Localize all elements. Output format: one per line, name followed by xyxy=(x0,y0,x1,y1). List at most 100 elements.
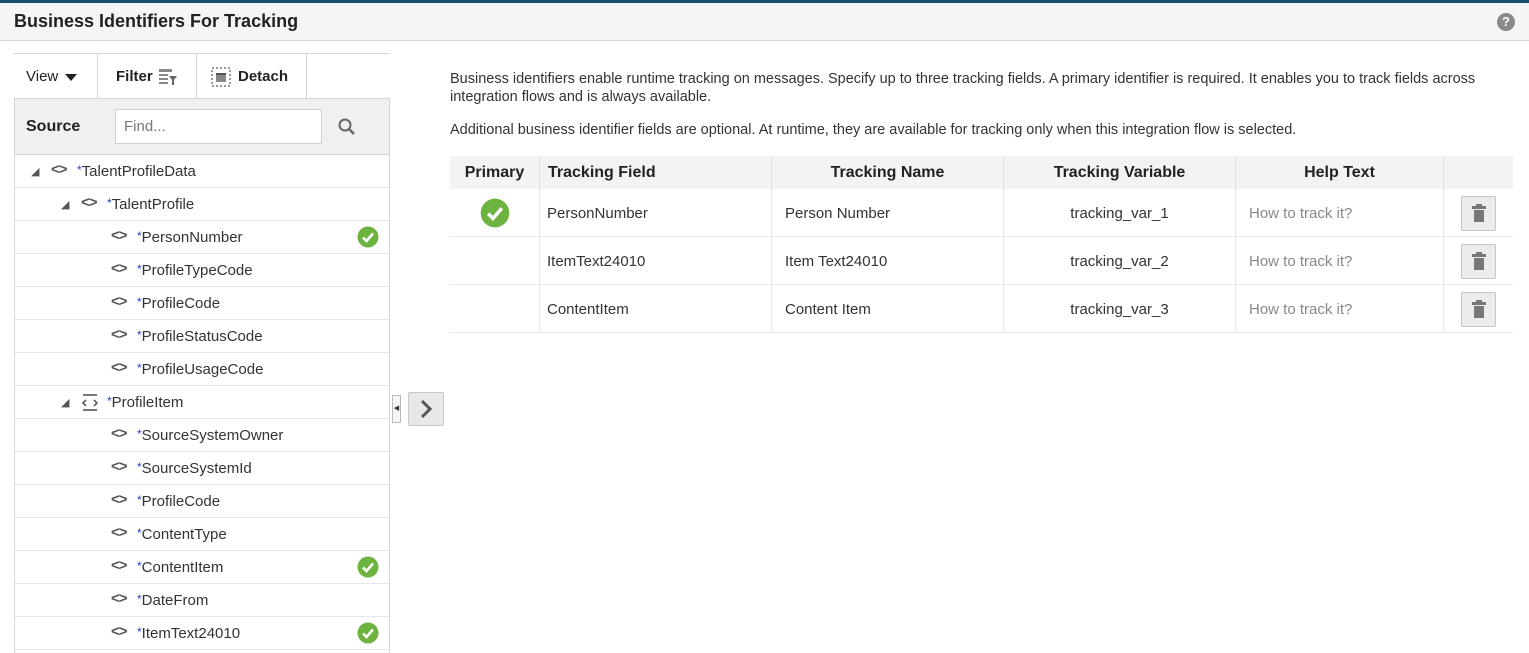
tree-node[interactable]: <> *ContentType xyxy=(15,518,389,551)
tree-node-label: *SourceSystemId xyxy=(137,460,252,477)
tree-node[interactable]: <> *SourceSystemOwner xyxy=(15,419,389,452)
detach-label: Detach xyxy=(238,68,289,85)
tree-node-text: ProfileItem xyxy=(111,394,184,411)
element-code-icon: <> xyxy=(111,260,128,277)
element-code-icon: <> xyxy=(81,194,98,211)
expand-triangle-icon[interactable]: ◢ xyxy=(61,396,69,409)
chevron-right-icon xyxy=(420,399,433,419)
tracking-field-cell: PersonNumber xyxy=(540,189,772,237)
tree-node[interactable]: <> *ProfileUsageCode xyxy=(15,353,389,386)
element-code-icon: <> xyxy=(111,491,128,508)
tree-node-label: *PersonNumber xyxy=(137,229,243,246)
tree-node-text: PersonNumber xyxy=(141,229,243,246)
tree-node[interactable]: <> *ProfileCode xyxy=(15,485,389,518)
tree-node-text: TalentProfile xyxy=(111,196,195,213)
expand-triangle-icon[interactable]: ◢ xyxy=(31,165,39,178)
find-input[interactable] xyxy=(115,109,322,144)
tree-node[interactable]: ◢ <> *TalentProfile xyxy=(15,188,389,221)
element-code-icon: <> xyxy=(111,359,128,376)
element-code-icon: <> xyxy=(111,227,128,244)
column-header-tracking-name: Tracking Name xyxy=(772,156,1004,189)
source-label: Source xyxy=(26,118,81,135)
column-header-primary: Primary xyxy=(450,156,540,189)
trash-icon xyxy=(1471,252,1486,270)
tracking-variable-cell: tracking_var_3 xyxy=(1004,285,1236,333)
tree-node-label: *SourceSystemOwner xyxy=(137,427,283,444)
check-icon xyxy=(480,198,509,228)
filter-label: Filter xyxy=(116,68,153,85)
tree-node-label: *ProfileStatusCode xyxy=(137,328,263,345)
tree-node-text: ContentType xyxy=(141,526,227,543)
tracking-variable-cell: tracking_var_1 xyxy=(1004,189,1236,237)
element-code-icon: <> xyxy=(111,623,128,640)
primary-cell[interactable] xyxy=(450,285,540,333)
tree-node-text: ProfileUsageCode xyxy=(141,361,264,378)
tree-node-label: *ProfileCode xyxy=(137,295,220,312)
tree-node[interactable]: <> *PersonNumber xyxy=(15,221,389,254)
help-text-input[interactable]: How to track it? xyxy=(1236,285,1444,333)
help-text-input[interactable]: How to track it? xyxy=(1236,189,1444,237)
delete-row-button[interactable] xyxy=(1461,243,1496,279)
tree-node-text: ItemText24010 xyxy=(141,625,241,642)
tree-node-label: *TalentProfile xyxy=(107,196,194,213)
expand-triangle-icon[interactable]: ◢ xyxy=(61,198,69,211)
tree-node-text: TalentProfileData xyxy=(81,163,196,180)
view-label: View xyxy=(26,68,59,85)
delete-cell xyxy=(1444,285,1513,333)
tree-node-label: *ContentType xyxy=(137,526,227,543)
tree-node[interactable]: ◢ <> *TalentProfileData xyxy=(15,155,389,188)
view-menu-button[interactable]: View xyxy=(26,54,78,99)
tree-node-text: ProfileCode xyxy=(141,295,221,312)
delete-row-button[interactable] xyxy=(1461,291,1496,327)
primary-check-icon xyxy=(480,198,510,228)
tree-node[interactable]: <> *DateFrom xyxy=(15,584,389,617)
tree-node-label: *ProfileItem xyxy=(107,394,183,411)
intro-text-primary: Business identifiers enable runtime trac… xyxy=(450,71,1476,105)
tracking-name-cell[interactable]: Item Text24010 xyxy=(772,237,1004,285)
repeating-element-icon xyxy=(81,394,99,411)
primary-cell[interactable] xyxy=(450,237,540,285)
filter-icon xyxy=(158,68,177,85)
element-code-icon: <> xyxy=(111,293,128,310)
collapse-panel-handle[interactable]: ◀ xyxy=(392,395,401,423)
delete-cell xyxy=(1444,237,1513,285)
tree-node[interactable]: <> *ProfileStatusCode xyxy=(15,320,389,353)
element-code-icon: <> xyxy=(111,326,128,343)
source-tree: ◢ <> *TalentProfileData ◢ <> *TalentProfile <>… xyxy=(14,155,390,653)
dialog-header: Business Identifiers For Tracking ? xyxy=(0,3,1529,41)
tree-node[interactable]: ◢ *ProfileItem xyxy=(15,386,389,419)
mapped-check-icon xyxy=(357,226,379,248)
tree-node[interactable]: <> *ItemText24010 xyxy=(15,617,389,650)
tree-node[interactable]: <> *ProfileCode xyxy=(15,287,389,320)
chevron-down-icon xyxy=(65,74,78,81)
tree-node[interactable]: <> *SourceSystemId xyxy=(15,452,389,485)
tree-node-label: *ItemText24010 xyxy=(137,625,240,642)
delete-row-button[interactable] xyxy=(1461,195,1496,231)
tree-node[interactable]: <> *ContentItem xyxy=(15,551,389,584)
toolbar-divider xyxy=(196,54,197,99)
tree-node-label: *DateFrom xyxy=(137,592,208,609)
tree-node-label: *ContentItem xyxy=(137,559,223,576)
element-code-icon: <> xyxy=(111,524,128,541)
tree-node-label: *ProfileTypeCode xyxy=(137,262,253,279)
source-search-bar: Source xyxy=(14,98,390,155)
table-row[interactable]: ContentItem Content Item tracking_var_3 … xyxy=(450,285,1513,333)
table-row[interactable]: PersonNumber Person Number tracking_var_… xyxy=(450,189,1513,237)
tracking-field-cell: ItemText24010 xyxy=(540,237,772,285)
tree-node-text: DateFrom xyxy=(141,592,209,609)
search-icon[interactable] xyxy=(337,117,357,137)
tracking-name-cell[interactable]: Content Item xyxy=(772,285,1004,333)
table-row[interactable]: ItemText24010 Item Text24010 tracking_va… xyxy=(450,237,1513,285)
help-icon[interactable]: ? xyxy=(1497,13,1515,31)
tree-node[interactable]: <> *ProfileTypeCode xyxy=(15,254,389,287)
element-code-icon: <> xyxy=(111,557,128,574)
tree-node-text: ProfileCode xyxy=(141,493,221,510)
primary-cell[interactable] xyxy=(450,189,540,237)
detach-button[interactable]: Detach xyxy=(211,54,288,99)
move-to-tracking-button[interactable] xyxy=(408,392,444,426)
filter-button[interactable]: Filter xyxy=(116,54,178,99)
intro-text-optional: Additional business identifier fields ar… xyxy=(450,122,1297,138)
help-text-input[interactable]: How to track it? xyxy=(1236,237,1444,285)
tree-node-text: SourceSystemOwner xyxy=(141,427,284,444)
tracking-name-cell[interactable]: Person Number xyxy=(772,189,1004,237)
